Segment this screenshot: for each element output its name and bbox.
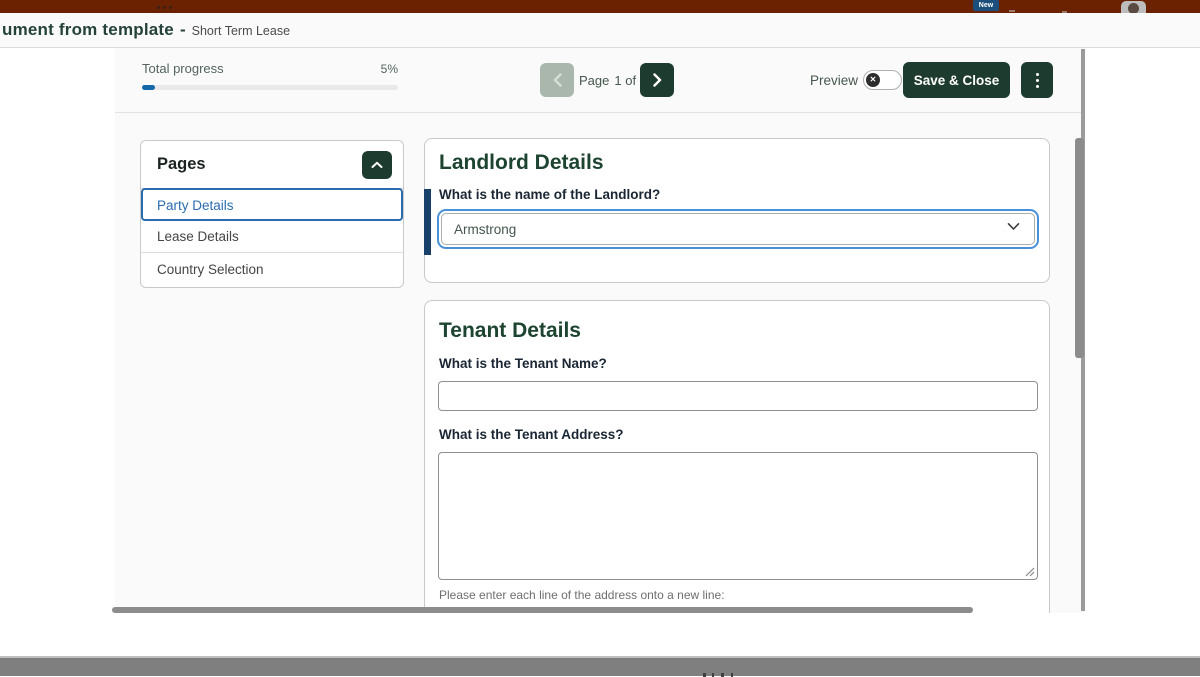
chevron-right-icon: [653, 73, 662, 87]
more-actions-button[interactable]: [1021, 62, 1053, 98]
tenant-name-input[interactable]: [438, 381, 1038, 411]
sidebar-item-label: Lease Details: [157, 229, 239, 244]
tenant-details-card: Tenant Details What is the Tenant Name? …: [424, 300, 1050, 613]
browser-top-bar: New: [0, 0, 1200, 13]
progress-percent: 5%: [381, 62, 398, 76]
next-page-button[interactable]: [640, 63, 674, 97]
save-close-button[interactable]: Save & Close: [903, 62, 1010, 98]
toggle-off-x-icon: ✕: [866, 73, 880, 87]
tenant-address-help-text: Please enter each line of the address on…: [439, 588, 725, 602]
preview-label: Preview: [810, 63, 858, 97]
chevron-down-icon: [1007, 222, 1020, 231]
active-question-accent-bar: [424, 189, 431, 255]
pages-panel-header: Pages: [141, 141, 403, 189]
chevron-up-icon: [371, 161, 383, 169]
save-close-label: Save & Close: [914, 73, 1000, 88]
document-builder-panel: Total progress 5% Page 1 of 3 Preview ✕: [115, 48, 1085, 613]
landlord-name-question: What is the name of the Landlord?: [439, 187, 660, 202]
progress-label: Total progress: [142, 61, 224, 76]
user-avatar[interactable]: [1121, 1, 1146, 13]
tenant-address-textarea[interactable]: [438, 452, 1038, 580]
landlord-name-selected-value: Armstrong: [454, 222, 516, 237]
page-title: ument from template - Short Term Lease: [2, 20, 290, 40]
taskbar-text-fragment: [721, 673, 724, 677]
section-title-tenant: Tenant Details: [439, 319, 581, 343]
page-indicator: Page 1 of 3: [579, 63, 647, 97]
page-indicator-label: Page: [579, 73, 609, 88]
landlord-details-card: Landlord Details What is the name of the…: [424, 138, 1050, 283]
sidebar-item-label: Party Details: [157, 198, 234, 213]
pages-panel-title: Pages: [157, 155, 206, 174]
progress-fill: [142, 85, 155, 90]
sidebar-item-country-selection[interactable]: Country Selection: [141, 253, 403, 285]
previous-page-button[interactable]: [540, 63, 574, 97]
nav-text-fragment: [1009, 10, 1015, 12]
pages-panel: Pages Party Details Lease Details Countr…: [140, 140, 404, 288]
vertical-ellipsis-icon: [1036, 73, 1039, 76]
progress-block: Total progress 5%: [142, 61, 398, 90]
landlord-name-select-field: Armstrong: [441, 213, 1035, 245]
ellipsis-icon: [157, 6, 172, 9]
tenant-address-question: What is the Tenant Address?: [439, 427, 624, 442]
progress-bar-track: [142, 85, 398, 90]
landlord-name-select[interactable]: Armstrong: [437, 209, 1039, 249]
template-name: Short Term Lease: [192, 24, 290, 38]
taskbar-text-fragment: [712, 673, 714, 677]
builder-toolbar: Total progress 5% Page 1 of 3 Preview ✕: [115, 48, 1085, 113]
chevron-left-icon: [553, 73, 562, 87]
taskbar-text-fragment: [703, 673, 706, 677]
sidebar-item-party-details[interactable]: Party Details: [141, 189, 403, 221]
vertical-scrollbar-thumb[interactable]: [1075, 138, 1084, 358]
page-title-separator: -: [180, 20, 186, 40]
preview-toggle[interactable]: ✕: [863, 70, 902, 90]
bottom-taskbar: [0, 656, 1200, 676]
resize-grip-icon[interactable]: [1024, 566, 1035, 577]
page-title-main: ument from template: [2, 20, 174, 40]
tenant-name-question: What is the Tenant Name?: [439, 356, 607, 371]
pages-collapse-button[interactable]: [362, 151, 392, 179]
sidebar-item-lease-details[interactable]: Lease Details: [141, 221, 403, 253]
taskbar-text-fragment: [731, 673, 733, 677]
sidebar-item-label: Country Selection: [157, 262, 264, 277]
app-header: ument from template - Short Term Lease: [0, 13, 1200, 48]
new-badge: New: [973, 0, 999, 11]
horizontal-scrollbar[interactable]: [112, 607, 973, 613]
section-title-landlord: Landlord Details: [439, 151, 604, 175]
